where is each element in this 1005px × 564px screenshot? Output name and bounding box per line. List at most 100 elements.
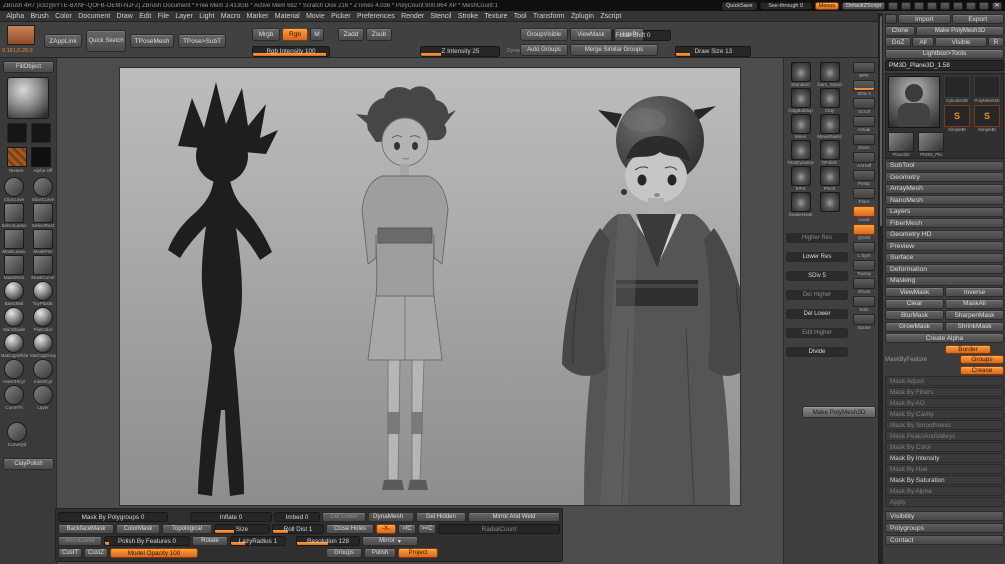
quick-pick-icon[interactable] [4, 255, 24, 275]
import-button[interactable]: Import [898, 14, 951, 24]
curve-cc-button[interactable]: ><C [418, 523, 436, 534]
lightbox-tools-button[interactable]: Lightbox>Tools [885, 48, 1004, 59]
quick-pick-icon[interactable] [4, 385, 24, 405]
draw-size-slider[interactable]: Draw Size 13 [675, 46, 752, 57]
tool-slot-thumbnail[interactable] [944, 75, 970, 98]
menu-item[interactable]: Tool [511, 13, 530, 20]
tool-slot-thumbnail[interactable] [918, 131, 944, 152]
menu-item[interactable]: Transform [530, 13, 568, 20]
menu-item[interactable]: Zplugin [568, 13, 597, 20]
polish-toggle-button[interactable]: Polish [364, 548, 396, 559]
accucurve-button[interactable]: AccuCurve [58, 536, 102, 547]
brush-thumbnail[interactable] [790, 62, 811, 82]
quick-pick-icon[interactable] [33, 333, 53, 353]
quick-pick-icon[interactable] [33, 203, 53, 223]
tool-slot-thumbnail[interactable] [974, 75, 1000, 98]
right-tray-icon[interactable] [853, 224, 875, 235]
mrgb-button[interactable]: Mrgb [252, 28, 280, 41]
right-tray-icon[interactable] [853, 152, 875, 163]
masking-list-button[interactable]: Mask Adjust [885, 376, 1004, 386]
tool-slot-thumbnail[interactable]: S [974, 104, 1000, 127]
masking-list-button[interactable]: Mask By Intensity [885, 453, 1004, 463]
clone-button[interactable]: Clone [885, 25, 915, 36]
menu-item[interactable]: Alpha [3, 13, 27, 20]
cust1-button[interactable]: CustT [58, 548, 82, 559]
menu-item[interactable]: Layer [172, 13, 196, 20]
clay-polish-button[interactable]: ClayPolish [3, 458, 54, 470]
right-tray-icon[interactable] [853, 62, 875, 73]
menu-item[interactable]: Marker [243, 13, 271, 20]
menu-item[interactable]: Zscript [597, 13, 624, 20]
lazy-radius-slider[interactable]: LazyRadius 1 [230, 536, 286, 547]
radial-count-slider[interactable]: RadialCount [438, 523, 560, 534]
menu-item[interactable]: Material [272, 13, 303, 20]
quick-pick-icon[interactable] [33, 385, 53, 405]
quick-pick-icon[interactable] [33, 229, 53, 249]
menu-item[interactable]: File [155, 13, 173, 20]
menu-item[interactable]: Preferences [354, 13, 398, 20]
canvas-area[interactable] [57, 58, 783, 564]
rgb-intensity-slider[interactable]: Rgb Intensity 100 [252, 46, 330, 57]
menu-item[interactable]: Picker [328, 13, 354, 20]
make-polymesh3d-button[interactable]: Make PolyMesh3D [916, 25, 1004, 36]
brush-thumbnail[interactable] [790, 114, 811, 134]
active-tool-thumbnail[interactable] [888, 75, 940, 128]
zapplink-button[interactable]: ZAppLink [44, 34, 82, 48]
palette-dock-icon[interactable] [914, 1, 924, 10]
topological-button[interactable]: Topological [162, 523, 212, 534]
texture-thumbnail[interactable] [7, 147, 27, 167]
brush-thumbnail[interactable] [819, 192, 840, 212]
palette-scrollbar[interactable] [879, 13, 883, 564]
goz-visible-button[interactable]: Visible [935, 37, 987, 47]
export-button[interactable]: Export [951, 14, 1004, 24]
masking-button[interactable]: GrowMask [885, 321, 944, 332]
brush-thumbnail[interactable] [790, 192, 811, 212]
right-tray-icon[interactable] [853, 314, 875, 325]
quick-pick-icon[interactable] [4, 229, 24, 249]
quick-pick-icon[interactable] [4, 203, 24, 223]
brush-thumbnail[interactable] [790, 88, 811, 108]
geometry-quick-button[interactable]: Lower Res [786, 252, 848, 262]
geometry-quick-button[interactable]: Del Higher [786, 290, 848, 300]
dynamesh-header[interactable]: DynaMesh [368, 511, 414, 522]
make-polymesh3d-button[interactable]: Make PolyMesh3D [802, 406, 876, 418]
menu-item[interactable]: Document [75, 13, 113, 20]
cust2-button[interactable]: CustZ [84, 548, 108, 559]
right-tray-icon[interactable] [853, 116, 875, 127]
palette-dock-icon[interactable] [940, 1, 950, 10]
color-swatch[interactable] [7, 25, 35, 45]
right-tray-icon[interactable] [853, 98, 875, 109]
palette-section-header[interactable]: Masking [885, 275, 1004, 286]
masking-list-button[interactable]: Mask By Cavity [885, 409, 1004, 419]
right-tray-icon[interactable] [853, 170, 875, 181]
goz-r-button[interactable]: R [988, 37, 1004, 47]
right-tray-icon[interactable] [853, 206, 875, 217]
quick-pick-icon[interactable] [33, 359, 53, 379]
group-visible-button[interactable]: GroupVisible [520, 28, 568, 41]
backfacemask-button[interactable]: BackfaceMask [58, 523, 114, 534]
quicksave-button[interactable]: QuickSave [722, 1, 757, 10]
size-slider[interactable]: Size [214, 523, 270, 534]
menu-item[interactable]: Stroke [455, 13, 482, 20]
palette-dock-icon[interactable] [966, 1, 976, 10]
brush-thumbnail[interactable] [819, 166, 840, 186]
quick-pick-icon[interactable] [33, 281, 53, 301]
brush-thumbnail[interactable] [819, 140, 840, 160]
palette-section-header[interactable]: Layers [885, 206, 1004, 217]
zadd-button[interactable]: Zadd [338, 28, 364, 41]
masking-list-button[interactable]: Mask By Hue [885, 464, 1004, 474]
brush-thumbnail[interactable] [819, 62, 840, 82]
polish-by-features-slider[interactable]: Polish By Features 0 [104, 536, 190, 547]
project-toggle-button[interactable]: Project [398, 548, 438, 559]
masking-list-button[interactable]: Mask By Alpha [885, 486, 1004, 496]
default-zscript-button[interactable]: DefaultZScript [842, 1, 885, 10]
mirror-dropdown[interactable]: Mirror ▾ [362, 536, 418, 547]
masking-button[interactable]: ViewMask [885, 287, 944, 297]
palette-section-header[interactable]: Contact [885, 535, 1004, 545]
tpose-mesh-button[interactable]: TPoseMesh [130, 34, 174, 48]
see-through-slider[interactable]: See-through 0 [759, 1, 812, 10]
geometry-quick-button[interactable]: Divide [786, 347, 848, 357]
palette-section-header[interactable]: Visibility [885, 511, 1004, 521]
masking-button[interactable]: Clear [885, 298, 944, 309]
active-tool-name[interactable]: PM3D_Plane3D_1.58 [885, 60, 1004, 71]
